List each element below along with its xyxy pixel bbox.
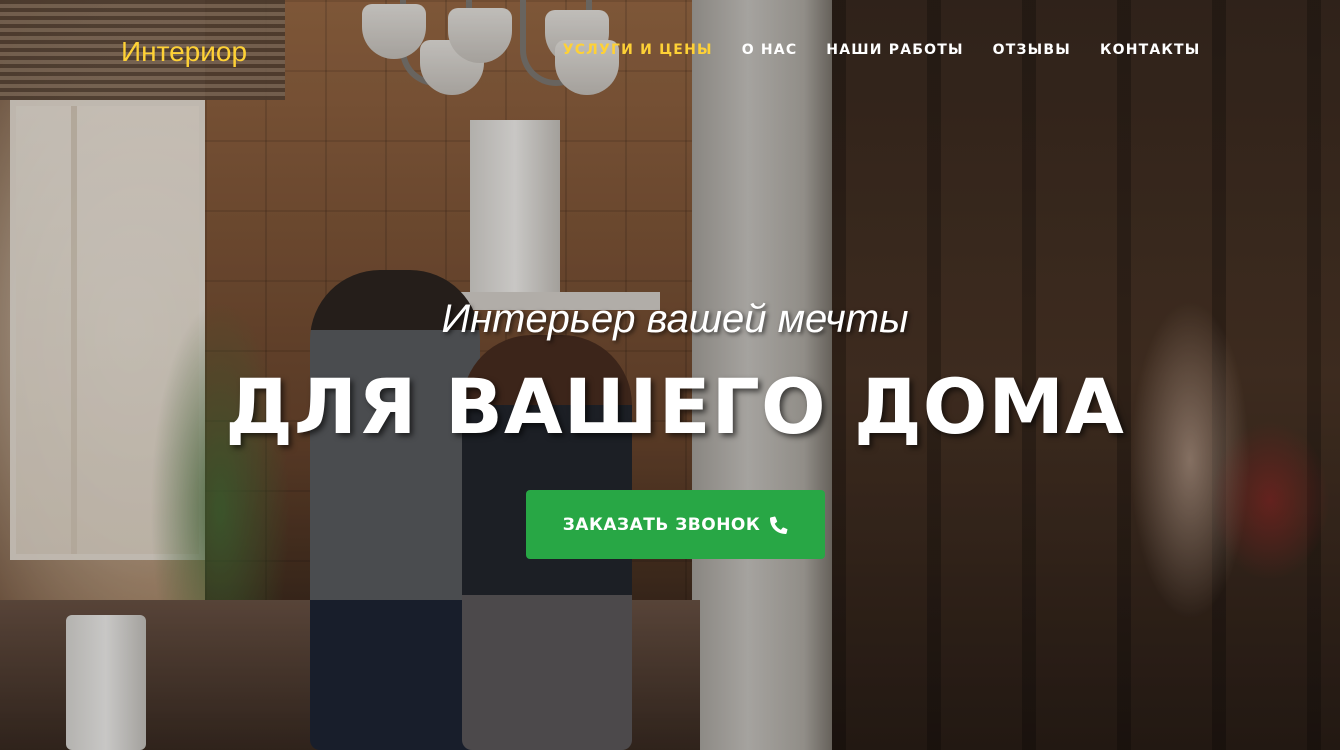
nav-links: УСЛУГИ И ЦЕНЫ О НАС НАШИ РАБОТЫ ОТЗЫВЫ К… <box>548 42 1215 58</box>
phone-icon <box>770 516 788 534</box>
main-navbar: Интериор УСЛУГИ И ЦЕНЫ О НАС НАШИ РАБОТЫ… <box>0 0 1340 100</box>
hero-title: ДЛЯ ВАШЕГО ДОМА <box>225 362 1125 451</box>
order-call-button[interactable]: ЗАКАЗАТЬ ЗВОНОК <box>526 490 825 559</box>
order-call-label: ЗАКАЗАТЬ ЗВОНОК <box>562 514 761 535</box>
nav-item-portfolio[interactable]: НАШИ РАБОТЫ <box>812 42 978 58</box>
hero-subtitle: Интерьер вашей мечты <box>441 297 909 341</box>
nav-item-about[interactable]: О НАС <box>727 42 812 58</box>
nav-item-contacts[interactable]: КОНТАКТЫ <box>1085 42 1215 58</box>
nav-item-reviews[interactable]: ОТЗЫВЫ <box>978 42 1085 58</box>
brand-logo[interactable]: Интериор <box>121 36 247 68</box>
nav-item-services[interactable]: УСЛУГИ И ЦЕНЫ <box>548 42 727 58</box>
